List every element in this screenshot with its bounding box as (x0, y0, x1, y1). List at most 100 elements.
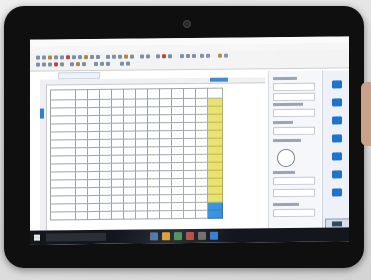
toolbar-icon[interactable] (106, 54, 110, 59)
table-cell[interactable] (111, 131, 124, 140)
highlighted-cell[interactable] (207, 106, 223, 115)
highlighted-cell[interactable] (207, 122, 223, 131)
table-cell[interactable] (183, 98, 196, 107)
table-cell[interactable] (87, 123, 100, 132)
table-cell[interactable] (135, 146, 148, 156)
table-cell[interactable] (207, 88, 223, 99)
table-cell[interactable] (135, 98, 148, 108)
table-cell[interactable] (195, 154, 208, 163)
table-cell[interactable] (159, 210, 172, 219)
table-cell[interactable] (183, 130, 196, 139)
spreadsheet-grid[interactable] (40, 77, 265, 245)
highlighted-cell[interactable] (207, 194, 223, 203)
toolbar-icon[interactable] (100, 61, 104, 66)
table-cell[interactable] (195, 162, 208, 171)
table-cell[interactable] (50, 89, 76, 100)
table-cell[interactable] (123, 211, 136, 220)
taskbar-app-icon[interactable] (198, 231, 206, 240)
taskbar-app-icon[interactable] (210, 231, 218, 240)
table-cell[interactable] (195, 88, 208, 99)
table-cell[interactable] (195, 178, 208, 187)
table-cell[interactable] (99, 171, 112, 180)
table-cell[interactable] (123, 187, 136, 196)
menu-item[interactable] (146, 46, 160, 50)
table-cell[interactable] (87, 89, 100, 100)
highlighted-cell[interactable] (207, 98, 223, 107)
table-cell[interactable] (183, 154, 196, 163)
toolbar-icon[interactable] (82, 62, 86, 67)
table-cell[interactable] (123, 195, 136, 204)
table-cell[interactable] (75, 211, 88, 220)
table-cell[interactable] (183, 106, 196, 115)
table-cell[interactable] (147, 88, 160, 99)
table-cell[interactable] (123, 171, 136, 180)
windows-start-icon[interactable] (34, 234, 40, 241)
table-cell[interactable] (75, 123, 88, 132)
toolbar-icon[interactable] (84, 55, 88, 60)
panel-field[interactable] (273, 188, 315, 198)
highlighted-cell[interactable] (207, 162, 223, 171)
table-cell[interactable] (183, 178, 196, 187)
table-cell[interactable] (135, 202, 148, 212)
highlighted-cell[interactable] (207, 186, 223, 195)
table-cell[interactable] (75, 99, 88, 108)
table-cell[interactable] (183, 186, 196, 195)
toolbar-icon[interactable] (72, 55, 76, 60)
layout-icon[interactable] (327, 152, 346, 166)
table-cell[interactable] (135, 154, 148, 164)
table-cell[interactable] (159, 178, 172, 187)
table-cell[interactable] (195, 194, 208, 203)
table-cell[interactable] (111, 179, 124, 188)
table-cell[interactable] (99, 179, 112, 188)
table-cell[interactable] (183, 88, 196, 99)
table-cell[interactable] (171, 114, 184, 123)
table-cell[interactable] (183, 122, 196, 131)
panel-field[interactable] (273, 176, 315, 186)
table-cell[interactable] (183, 162, 196, 171)
table-icon[interactable] (327, 116, 346, 130)
table-cell[interactable] (75, 187, 88, 196)
toolbar-icon[interactable] (206, 53, 210, 58)
table-cell[interactable] (195, 186, 208, 195)
table-cell[interactable] (87, 99, 100, 108)
table-cell[interactable] (111, 155, 124, 164)
table-cell[interactable] (75, 163, 88, 172)
highlighted-cell[interactable] (207, 130, 223, 139)
table-cell[interactable] (111, 107, 124, 116)
toolbar-icon[interactable] (156, 54, 160, 59)
table-cell[interactable] (171, 154, 184, 163)
camera-icon[interactable] (327, 134, 346, 148)
table-cell[interactable] (135, 114, 148, 124)
table-cell[interactable] (87, 195, 100, 204)
toolbar-icon[interactable] (94, 61, 98, 67)
table-cell[interactable] (147, 154, 160, 163)
table-cell[interactable] (147, 202, 160, 211)
table-cell[interactable] (159, 194, 172, 203)
table-cell[interactable] (50, 115, 76, 124)
table-cell[interactable] (135, 186, 148, 196)
table-cell[interactable] (123, 131, 136, 140)
table-cell[interactable] (183, 210, 196, 219)
table-cell[interactable] (111, 195, 124, 204)
table-cell[interactable] (183, 114, 196, 123)
table-cell[interactable] (99, 89, 112, 100)
table-cell[interactable] (147, 170, 160, 179)
table-cell[interactable] (159, 146, 172, 155)
table-cell[interactable] (87, 203, 100, 212)
table-cell[interactable] (50, 211, 76, 220)
table-cell[interactable] (183, 194, 196, 203)
table-cell[interactable] (111, 147, 124, 156)
table-cell[interactable] (87, 107, 100, 116)
table-cell[interactable] (75, 89, 88, 100)
table-cell[interactable] (99, 187, 112, 196)
table-cell[interactable] (147, 186, 160, 195)
table-cell[interactable] (159, 138, 172, 147)
toolbar-icon[interactable] (186, 53, 190, 59)
table-cell[interactable] (159, 130, 172, 139)
toolbar-icon[interactable] (60, 62, 64, 67)
panel-field[interactable] (273, 126, 315, 136)
table-cell[interactable] (195, 146, 208, 155)
table-cell[interactable] (99, 123, 112, 132)
table-cell[interactable] (159, 122, 172, 131)
table-cell[interactable] (159, 106, 172, 115)
